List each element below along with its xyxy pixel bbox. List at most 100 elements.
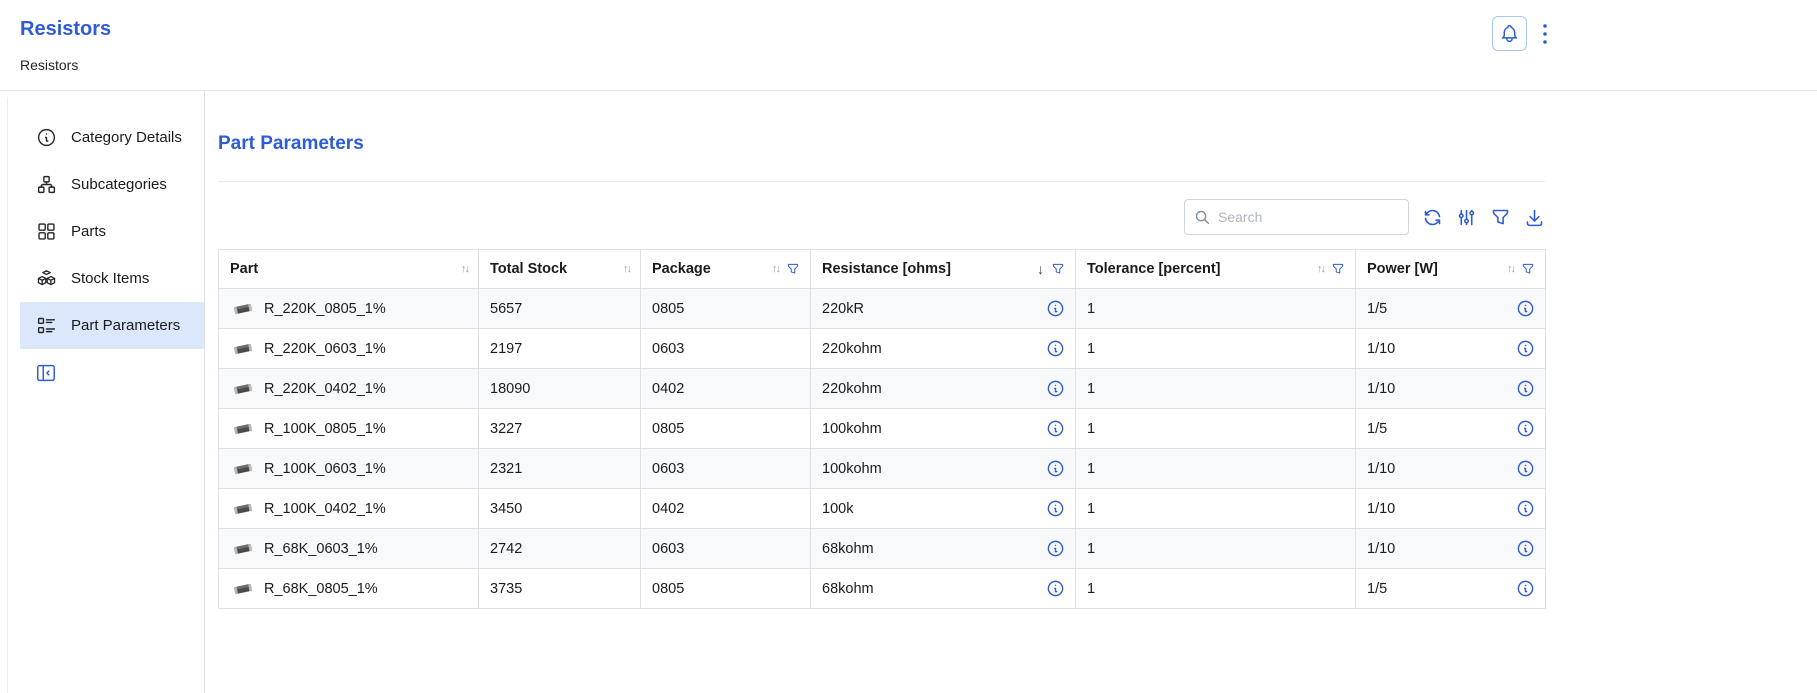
cell-value: 1 <box>1087 421 1095 437</box>
cell-value: R_100K_0402_1% <box>264 501 386 517</box>
info-circle-icon[interactable] <box>1516 339 1535 358</box>
breadcrumb[interactable]: Resistors <box>20 57 78 73</box>
sort-descending-icon[interactable]: ↓ <box>1037 261 1044 277</box>
table-row[interactable]: R_100K_0402_1%34500402100k11/10 <box>219 489 1546 529</box>
info-circle-icon[interactable] <box>1516 459 1535 478</box>
column-filter-icon[interactable] <box>1521 262 1535 276</box>
cell-value: 0603 <box>652 341 684 357</box>
sidebar-item-parts[interactable]: Parts <box>20 208 204 255</box>
info-circle-icon[interactable] <box>1046 339 1065 358</box>
cell-value: 3227 <box>490 421 522 437</box>
cell-value: R_68K_0805_1% <box>264 581 378 597</box>
info-circle-icon[interactable] <box>1516 579 1535 598</box>
overflow-menu-button[interactable] <box>1537 21 1553 47</box>
column-filter-icon[interactable] <box>1051 262 1065 276</box>
refresh-button[interactable] <box>1421 204 1443 230</box>
info-circle-icon[interactable] <box>1046 499 1065 518</box>
sidebar-item-subcategories[interactable]: Subcategories <box>20 161 204 208</box>
cell-resistance: 220kohm <box>811 369 1076 409</box>
table-options-button[interactable] <box>1455 204 1477 230</box>
info-circle-icon[interactable] <box>1516 539 1535 558</box>
cell-value: 0805 <box>652 301 684 317</box>
cell-value: 100kohm <box>822 421 882 437</box>
info-circle-icon[interactable] <box>1046 419 1065 438</box>
column-header-package[interactable]: Package↑↓ <box>641 250 811 289</box>
cell-total_stock: 2197 <box>479 329 641 369</box>
grid-icon <box>36 221 57 242</box>
cell-resistance: 220kohm <box>811 329 1076 369</box>
table-row[interactable]: R_100K_0603_1%23210603100kohm11/10 <box>219 449 1546 489</box>
cell-value: R_100K_0805_1% <box>264 421 386 437</box>
arrows-sort-icon[interactable]: ↑↓ <box>461 263 468 275</box>
cell-value: R_220K_0603_1% <box>264 341 386 357</box>
arrows-sort-icon[interactable]: ↑↓ <box>623 263 630 275</box>
cell-value: 0402 <box>652 381 684 397</box>
arrows-sort-icon[interactable]: ↑↓ <box>1507 263 1514 275</box>
cell-value: 0603 <box>652 541 684 557</box>
part-thumbnail-icon <box>231 501 255 517</box>
refresh-icon <box>1422 207 1443 228</box>
cell-value: 2321 <box>490 461 522 477</box>
cell-value: 2742 <box>490 541 522 557</box>
cell-value: 220kR <box>822 301 864 317</box>
column-header-part[interactable]: Part ↑↓ <box>219 250 479 289</box>
cell-resistance: 100kohm <box>811 449 1076 489</box>
table-row[interactable]: R_220K_0603_1%21970603220kohm11/10 <box>219 329 1546 369</box>
info-circle-icon[interactable] <box>1516 299 1535 318</box>
cell-package: 0603 <box>641 529 811 569</box>
info-circle-icon[interactable] <box>1046 539 1065 558</box>
search-input[interactable] <box>1218 209 1399 225</box>
table-row[interactable]: R_68K_0603_1%2742060368kohm11/10 <box>219 529 1546 569</box>
cell-value: 1 <box>1087 501 1095 517</box>
sidebar-item-label: Parts <box>71 223 106 240</box>
arrows-sort-icon[interactable]: ↑↓ <box>772 263 779 275</box>
column-filter-icon[interactable] <box>786 262 800 276</box>
sidebar-item-part-parameters[interactable]: Part Parameters <box>20 302 204 349</box>
cell-power: 1/10 <box>1356 529 1546 569</box>
info-circle-icon[interactable] <box>1516 379 1535 398</box>
filter-button[interactable] <box>1489 204 1511 230</box>
header-actions <box>1492 16 1553 51</box>
table-row[interactable]: R_100K_0805_1%32270805100kohm11/5 <box>219 409 1546 449</box>
column-label: Tolerance [percent] <box>1087 261 1221 277</box>
table-row[interactable]: R_220K_0805_1%56570805220kR11/5 <box>219 289 1546 329</box>
cell-tolerance: 1 <box>1076 369 1356 409</box>
column-header-tolerance[interactable]: Tolerance [percent] ↑↓ <box>1076 250 1356 289</box>
cell-total_stock: 3735 <box>479 569 641 609</box>
cell-package: 0402 <box>641 489 811 529</box>
info-circle-icon[interactable] <box>1046 459 1065 478</box>
column-header-power[interactable]: Power [W]↑↓ <box>1356 250 1546 289</box>
cell-tolerance: 1 <box>1076 289 1356 329</box>
table-row[interactable]: R_220K_0402_1%180900402220kohm11/10 <box>219 369 1546 409</box>
info-circle-icon[interactable] <box>1046 379 1065 398</box>
info-circle-icon[interactable] <box>1516 419 1535 438</box>
main-panel: Part Parameters <box>205 91 1817 693</box>
column-header-total_stock[interactable]: Total Stock ↑↓ <box>479 250 641 289</box>
cell-part: R_220K_0805_1% <box>219 289 479 329</box>
notifications-button[interactable] <box>1492 16 1527 51</box>
cell-value: 3450 <box>490 501 522 517</box>
sidebar-item-category-details[interactable]: Category Details <box>20 114 204 161</box>
cell-value: R_100K_0603_1% <box>264 461 386 477</box>
sidebar-item-stock-items[interactable]: Stock Items <box>20 255 204 302</box>
column-header-resistance[interactable]: Resistance [ohms] ↓ <box>811 250 1076 289</box>
collapse-sidebar-button[interactable] <box>35 362 57 384</box>
column-label: Resistance [ohms] <box>822 261 951 277</box>
cell-value: R_220K_0402_1% <box>264 381 386 397</box>
cell-part: R_100K_0603_1% <box>219 449 479 489</box>
download-button[interactable] <box>1523 204 1545 230</box>
page-body: Category Details Subcategories Parts Sto… <box>0 91 1817 693</box>
info-circle-icon[interactable] <box>1046 579 1065 598</box>
column-label: Total Stock <box>490 261 567 277</box>
cell-value: 0805 <box>652 421 684 437</box>
cell-total_stock: 2742 <box>479 529 641 569</box>
column-filter-icon[interactable] <box>1331 262 1345 276</box>
arrows-sort-icon[interactable]: ↑↓ <box>1317 263 1324 275</box>
cell-tolerance: 1 <box>1076 449 1356 489</box>
info-circle-icon[interactable] <box>1516 499 1535 518</box>
info-circle-icon[interactable] <box>1046 299 1065 318</box>
part-thumbnail-icon <box>231 421 255 437</box>
cell-resistance: 220kR <box>811 289 1076 329</box>
table-row[interactable]: R_68K_0805_1%3735080568kohm11/5 <box>219 569 1546 609</box>
column-label: Part <box>230 261 258 277</box>
